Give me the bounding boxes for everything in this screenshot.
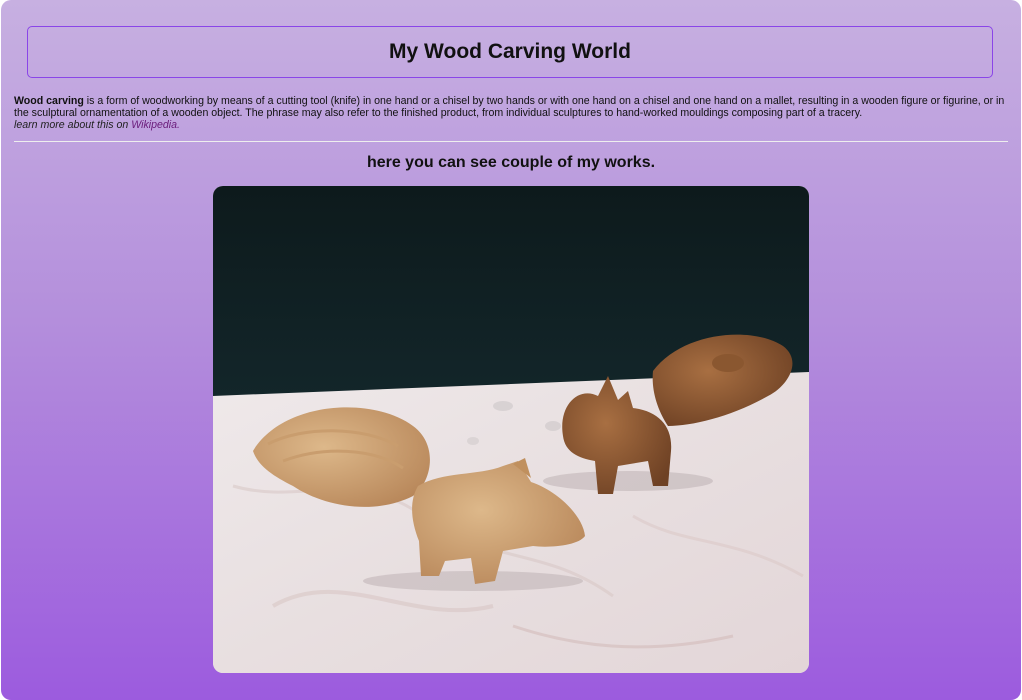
wood-carving-photo bbox=[213, 186, 809, 673]
wikipedia-link[interactable]: Wikipedia. bbox=[131, 119, 180, 131]
intro-paragraph: Wood carving is a form of woodworking by… bbox=[14, 95, 1008, 131]
learn-more-line: learn more about this on Wikipedia. bbox=[14, 119, 180, 131]
page-title: My Wood Carving World bbox=[389, 40, 631, 63]
intro-text: is a form of woodworking by means of a c… bbox=[14, 95, 1005, 119]
learn-more-prefix: learn more about this on bbox=[14, 119, 132, 131]
photo-illustration bbox=[213, 186, 809, 673]
gallery-caption: here you can see couple of my works. bbox=[366, 154, 656, 171]
header-box: My Wood Carving World bbox=[27, 26, 993, 78]
page-container: My Wood Carving World Wood carving is a … bbox=[1, 0, 1021, 700]
intro-term: Wood carving bbox=[14, 95, 84, 107]
divider bbox=[14, 141, 1008, 142]
